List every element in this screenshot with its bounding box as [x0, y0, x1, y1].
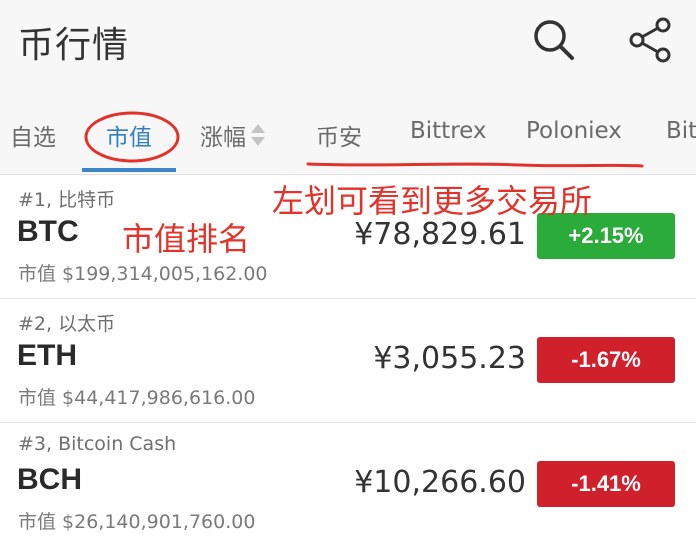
search-icon[interactable]: [530, 16, 578, 64]
coin-symbol: BCH: [17, 463, 82, 496]
coin-rank: #3, Bitcoin Cash: [18, 433, 177, 455]
tab-poloniex[interactable]: Poloniex: [526, 118, 622, 144]
page-title: 币行情: [18, 25, 130, 66]
coin-symbol: BTC: [17, 215, 79, 248]
tab-favorites[interactable]: 自选: [10, 118, 56, 152]
coin-row-eth[interactable]: #2, 以太币 ETH 市值 $44,417,986,616.00 ¥3,055…: [0, 299, 696, 423]
coin-market-cap: 市值 $199,314,005,162.00: [18, 263, 268, 285]
coin-rank: #1, 比特币: [18, 189, 116, 211]
active-tab-indicator: [82, 168, 176, 172]
tab-bittrex[interactable]: Bittrex: [410, 118, 487, 144]
rank-hint-annotation: 市值排名: [122, 220, 251, 258]
coin-price: ¥78,829.61: [354, 217, 526, 252]
app-header: 币行情: [0, 0, 696, 88]
exchange-tab-bar: 自选 市值 涨幅 币安 Bittrex Poloniex Bitf: [0, 88, 696, 175]
sort-arrows-icon[interactable]: [250, 120, 266, 150]
coin-price: ¥3,055.23: [373, 341, 526, 376]
coin-price: ¥10,266.60: [354, 465, 526, 500]
swipe-hint-annotation: 左划可看到更多交易所: [272, 182, 593, 220]
coin-row-bch[interactable]: #3, Bitcoin Cash BCH 市值 $26,140,901,760.…: [0, 423, 696, 546]
coin-symbol: ETH: [17, 339, 77, 372]
change-badge[interactable]: -1.67%: [537, 337, 675, 383]
share-icon[interactable]: [626, 16, 674, 64]
change-badge[interactable]: -1.41%: [537, 461, 675, 507]
tab-gainers[interactable]: 涨幅: [200, 118, 246, 152]
tab-bitfinex[interactable]: Bitf: [666, 118, 696, 144]
tab-market-cap[interactable]: 市值: [106, 118, 152, 152]
coin-market-screen: 币行情 自选 市值 涨幅 币安 Bittrex Poloniex Bitf: [0, 0, 696, 546]
coin-rank: #2, 以太币: [18, 313, 116, 335]
tab-binance[interactable]: 币安: [316, 118, 362, 152]
coin-market-cap: 市值 $26,140,901,760.00: [18, 511, 256, 533]
coin-market-cap: 市值 $44,417,986,616.00: [18, 387, 256, 409]
